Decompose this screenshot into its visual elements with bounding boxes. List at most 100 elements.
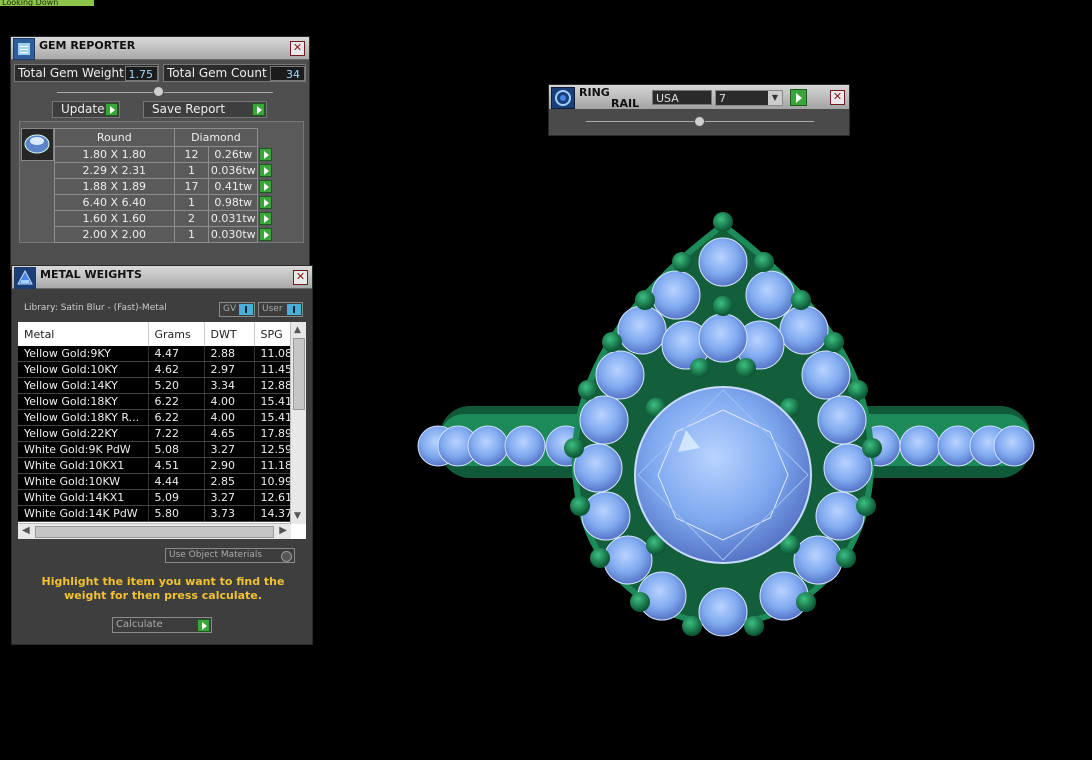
metal-list-vertical-scrollbar[interactable]: ▲ ▼ <box>290 322 306 524</box>
metal-row[interactable]: White Gold:9K PdW 5.08 3.27 12.59 <box>18 441 291 458</box>
prong-beads <box>564 212 882 636</box>
ring-size-select[interactable]: 7 ▼ <box>715 90 783 106</box>
metal-cell: 15.41 <box>254 393 291 410</box>
gem-count: 1 <box>173 226 210 243</box>
total-count-label: Total Gem Count <box>167 66 267 80</box>
ring-rail-app-icon <box>551 87 575 109</box>
metal-column-header[interactable]: Metal <box>18 322 149 346</box>
halo-stone <box>801 350 851 400</box>
metal-cell: Yellow Gold:10KY <box>18 361 149 378</box>
gem-row[interactable]: 6.40 X 6.40 1 0.98tw <box>54 194 276 211</box>
gem-reporter-title: GEM REPORTER <box>39 39 136 52</box>
metal-cell: 2.97 <box>204 361 255 378</box>
shank-stone <box>417 425 459 467</box>
metal-row[interactable]: White Gold:14K PdW 5.80 3.73 14.37 <box>18 505 291 522</box>
ring-rail-title-line1: RING <box>579 86 610 99</box>
halo-stone <box>698 313 748 363</box>
ring-size-value: 7 <box>719 92 726 105</box>
metal-list-horizontal-scrollbar[interactable]: ◀ ▶ <box>18 523 291 539</box>
metal-row[interactable]: Yellow Gold:10KY 4.62 2.97 11.45 <box>18 361 291 378</box>
gv-toggle-icon <box>239 304 253 315</box>
metal-list[interactable]: Metal Grams DWT SPG Yellow Gold:9KY 4.47 2.88… <box>18 322 306 539</box>
metal-row[interactable]: Yellow Gold:18KY 6.22 4.00 15.41 <box>18 393 291 410</box>
gem-row[interactable]: 1.80 X 1.80 12 0.26tw <box>54 146 276 163</box>
metal-cell: White Gold:14K PdW <box>18 505 149 522</box>
ring-rail-play-icon <box>796 93 802 103</box>
halo-stone <box>637 571 687 621</box>
halo-stone <box>579 395 629 445</box>
metal-cell: 4.51 <box>148 457 205 474</box>
update-button[interactable]: Update <box>52 101 120 118</box>
save-report-button-label: Save Report <box>152 102 226 116</box>
gv-toggle[interactable]: GV <box>219 302 255 317</box>
metal-cell: 3.27 <box>204 489 255 506</box>
scroll-left-icon[interactable]: ◀ <box>22 525 30 536</box>
shank-stone <box>899 425 941 467</box>
ring-rail-close-icon[interactable]: ✕ <box>830 90 845 105</box>
gem-reporter-close-icon[interactable]: ✕ <box>290 41 305 56</box>
gem-size: 6.40 X 6.40 <box>54 194 175 211</box>
metal-row[interactable]: Yellow Gold:9KY 4.47 2.88 11.08 <box>18 346 291 362</box>
scroll-thumb[interactable] <box>293 338 305 410</box>
metal-cell: 3.27 <box>204 441 255 458</box>
round-gem-icon <box>21 128 54 161</box>
metal-column-header[interactable]: DWT <box>204 322 255 346</box>
gem-row-go-button[interactable] <box>258 227 276 243</box>
metal-row[interactable]: White Gold:10KW 4.44 2.85 10.99 <box>18 473 291 490</box>
gv-label: GV <box>223 304 237 314</box>
prong-bead <box>736 358 756 378</box>
metal-cell: 4.62 <box>148 361 205 378</box>
save-report-button[interactable]: Save Report <box>143 101 267 118</box>
halo-setting <box>571 221 875 629</box>
metal-row[interactable]: Yellow Gold:18KY R... 6.22 4.00 15.41 <box>18 409 291 426</box>
metal-row[interactable]: White Gold:14KX1 5.09 3.27 12.61 <box>18 489 291 506</box>
user-toggle[interactable]: User <box>258 302 303 317</box>
gem-row[interactable]: 1.88 X 1.89 17 0.41tw <box>54 178 276 195</box>
scroll-right-icon[interactable]: ▶ <box>279 525 287 536</box>
gem-row-go-button[interactable] <box>258 163 276 179</box>
gem-row-play-icon <box>259 147 273 161</box>
prong-bead <box>713 296 733 316</box>
library-label: Library: Satin Blur - (Fast)-Metal <box>24 303 167 313</box>
metal-cell: 11.45 <box>254 361 291 378</box>
material-header: Diamond <box>173 128 259 147</box>
metal-cell: 2.85 <box>204 473 255 490</box>
metal-table-header: Metal Grams DWT SPG <box>18 322 291 346</box>
gem-weight: 0.26tw <box>208 146 259 163</box>
scroll-down-icon[interactable]: ▼ <box>294 511 301 521</box>
gem-row[interactable]: 2.29 X 2.31 1 0.036tw <box>54 162 276 179</box>
gem-row[interactable]: 1.60 X 1.60 2 0.031tw <box>54 210 276 227</box>
gem-row-go-button[interactable] <box>258 147 276 163</box>
gem-slider-handle[interactable] <box>153 86 164 97</box>
gem-table-header: Round Diamond <box>54 128 276 147</box>
gem-row-go-button[interactable] <box>258 195 276 211</box>
hscroll-thumb[interactable] <box>35 526 274 538</box>
metal-weights-close-icon[interactable]: ✕ <box>293 270 308 285</box>
gem-row-go-button[interactable] <box>258 179 276 195</box>
country-field[interactable]: USA <box>652 90 712 105</box>
calculate-button[interactable]: Calculate <box>112 617 212 633</box>
metal-row[interactable]: Yellow Gold:14KY 5.20 3.34 12.88 <box>18 377 291 394</box>
metal-column-header[interactable]: SPG <box>254 322 291 346</box>
metal-column-header[interactable]: Grams <box>148 322 205 346</box>
chevron-down-icon[interactable]: ▼ <box>768 91 782 105</box>
metal-row[interactable]: Yellow Gold:22KY 7.22 4.65 17.89 <box>18 425 291 442</box>
scroll-up-icon[interactable]: ▲ <box>294 325 301 335</box>
gem-row[interactable]: 2.00 X 2.00 1 0.030tw <box>54 226 276 243</box>
prong-bead <box>824 332 844 352</box>
ring-rail-go-button[interactable] <box>790 89 807 106</box>
gem-reporter-titlebar[interactable]: GEM REPORTER ✕ <box>11 37 309 60</box>
ring-rail-slider-handle[interactable] <box>694 116 705 127</box>
metal-row[interactable]: White Gold:10KX1 4.51 2.90 11.18 <box>18 457 291 474</box>
metal-cell: 17.89 <box>254 425 291 442</box>
halo-stone <box>745 270 795 320</box>
status-tab: Looking Down <box>0 0 94 6</box>
gem-count: 1 <box>173 194 210 211</box>
gem-row-go-button[interactable] <box>258 211 276 227</box>
prong-bead <box>564 438 584 458</box>
gem-reporter-panel: GEM REPORTER ✕ Total Gem Weight 1.75 Tot… <box>10 36 310 270</box>
metal-cell: 6.22 <box>148 409 205 426</box>
metal-weights-titlebar[interactable]: METAL WEIGHTS ✕ <box>12 266 312 289</box>
use-object-materials-toggle[interactable]: Use Object Materials <box>165 548 295 563</box>
ring-rail-title-line2: RAIL <box>611 97 640 110</box>
